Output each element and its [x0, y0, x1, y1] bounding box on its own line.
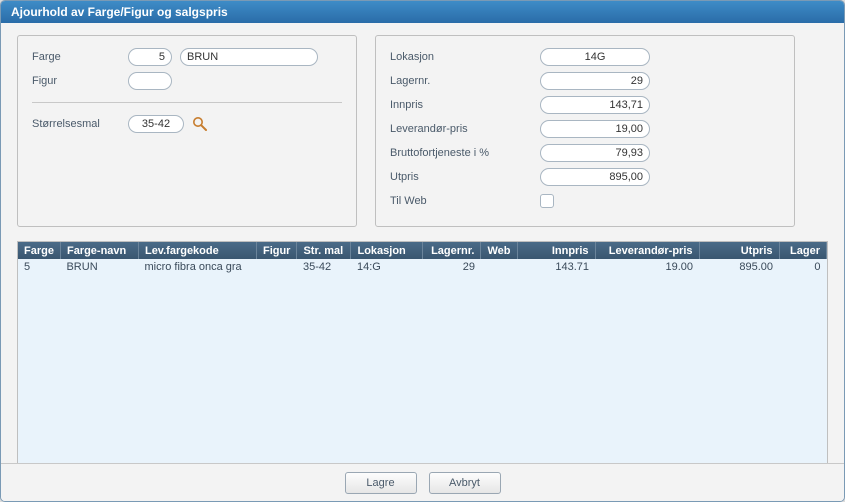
col-farge[interactable]: Farge [18, 242, 60, 259]
grid-header-row: Farge Farge-navn Lev.fargekode Figur Str… [18, 242, 827, 259]
cell-lokasjon: 14:G [351, 259, 423, 275]
cell-str-mal: 35-42 [297, 259, 351, 275]
innpris-input[interactable] [540, 96, 650, 114]
figur-label: Figur [32, 75, 128, 87]
cell-figur [256, 259, 297, 275]
lokasjon-label: Lokasjon [390, 51, 540, 63]
lagernr-input[interactable] [540, 72, 650, 90]
tilweb-checkbox[interactable] [540, 194, 554, 208]
farge-label: Farge [32, 51, 128, 63]
col-innpris[interactable]: Innpris [517, 242, 595, 259]
cell-levpris: 19.00 [595, 259, 699, 275]
col-farge-navn[interactable]: Farge-navn [60, 242, 138, 259]
tilweb-label: Til Web [390, 195, 540, 207]
cell-web [481, 259, 517, 275]
lagernr-label: Lagernr. [390, 75, 540, 87]
cell-lager: 0 [779, 259, 827, 275]
col-str-mal[interactable]: Str. mal [297, 242, 351, 259]
content-area: Farge Figur Størrelsesmal [1, 23, 844, 463]
cell-farge: 5 [18, 259, 60, 275]
storrelsesmal-label: Størrelsesmal [32, 118, 128, 130]
col-lokasjon[interactable]: Lokasjon [351, 242, 423, 259]
levpris-label: Leverandør-pris [390, 123, 540, 135]
dialog-window: Ajourhold av Farge/Figur og salgspris Fa… [0, 0, 845, 502]
innpris-label: Innpris [390, 99, 540, 111]
cell-lev-fargekode: micro fibra onca gra [138, 259, 256, 275]
cell-lagernr: 29 [423, 259, 481, 275]
search-icon[interactable] [192, 116, 208, 132]
lokasjon-input[interactable] [540, 48, 650, 66]
figur-input[interactable] [128, 72, 172, 90]
cancel-button[interactable]: Avbryt [429, 472, 501, 494]
utpris-input[interactable] [540, 168, 650, 186]
col-web[interactable]: Web [481, 242, 517, 259]
window-title: Ajourhold av Farge/Figur og salgspris [1, 1, 844, 23]
data-grid[interactable]: Farge Farge-navn Lev.fargekode Figur Str… [17, 241, 828, 465]
col-lagernr[interactable]: Lagernr. [423, 242, 481, 259]
panel-pricing: Lokasjon Lagernr. Innpris Leverandør-pri… [375, 35, 795, 227]
panel-color-figure: Farge Figur Størrelsesmal [17, 35, 357, 227]
farge-input[interactable] [128, 48, 172, 66]
brutto-label: Bruttofortjeneste i % [390, 147, 540, 159]
footer-bar: Lagre Avbryt [1, 463, 844, 501]
col-lev-fargekode[interactable]: Lev.fargekode [138, 242, 256, 259]
col-leverandor-pris[interactable]: Leverandør-pris [595, 242, 699, 259]
save-button[interactable]: Lagre [345, 472, 417, 494]
brutto-input[interactable] [540, 144, 650, 162]
levpris-input[interactable] [540, 120, 650, 138]
cell-innpris: 143.71 [517, 259, 595, 275]
table-row[interactable]: 5 BRUN micro fibra onca gra 35-42 14:G 2… [18, 259, 827, 275]
separator [32, 102, 342, 103]
storrelsesmal-input[interactable] [128, 115, 184, 133]
cell-farge-navn: BRUN [60, 259, 138, 275]
cell-utpris: 895.00 [699, 259, 779, 275]
col-utpris[interactable]: Utpris [699, 242, 779, 259]
farge-name-input[interactable] [180, 48, 318, 66]
col-figur[interactable]: Figur [256, 242, 297, 259]
utpris-label: Utpris [390, 171, 540, 183]
col-lager[interactable]: Lager [779, 242, 827, 259]
